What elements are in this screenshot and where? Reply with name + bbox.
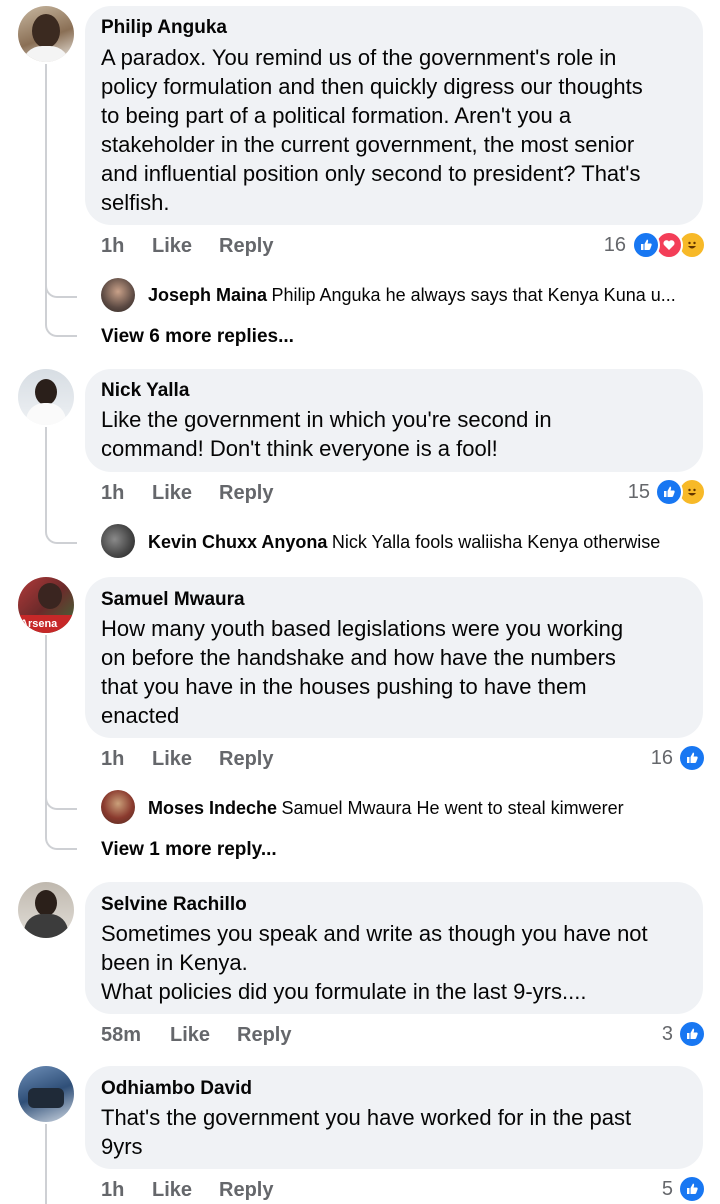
comment-time[interactable]: 58m <box>101 1024 141 1047</box>
avatar[interactable] <box>101 790 135 824</box>
avatar[interactable]: Arsena <box>18 577 74 633</box>
reply-connector <box>45 321 77 337</box>
comment-text: Sometimes you speak and write as though … <box>101 921 648 1004</box>
comment-time[interactable]: 1h <box>101 1179 124 1202</box>
reply-author[interactable]: Moses Indeche <box>148 798 277 818</box>
comment-time[interactable]: 1h <box>101 748 124 771</box>
comment-author[interactable]: Nick Yalla <box>101 380 189 402</box>
thumbs-up-icon[interactable] <box>678 1175 706 1203</box>
reply-preview[interactable]: Moses Indeche Samuel Mwaura He went to s… <box>148 798 624 819</box>
reply-button[interactable]: Reply <box>219 235 273 258</box>
like-button[interactable]: Like <box>152 748 192 771</box>
reply-text: Philip Anguka he always says that Kenya … <box>271 285 676 305</box>
reply-connector <box>45 528 77 544</box>
reply-connector <box>45 834 77 850</box>
reactions-count[interactable]: 16 <box>643 747 673 770</box>
reply-author[interactable]: Joseph Maina <box>148 285 267 305</box>
reply-button[interactable]: Reply <box>219 1179 273 1202</box>
thumbs-up-icon[interactable] <box>632 231 660 259</box>
reply-preview[interactable]: Kevin Chuxx Anyona Nick Yalla fools wali… <box>148 532 660 553</box>
comment-author[interactable]: Philip Anguka <box>101 17 227 39</box>
reply-author[interactable]: Kevin Chuxx Anyona <box>148 532 327 552</box>
reply-text: Nick Yalla fools waliisha Kenya otherwis… <box>331 532 661 552</box>
thread-line <box>45 427 47 530</box>
avatar[interactable] <box>18 6 74 62</box>
reply-preview[interactable]: Joseph Maina Philip Anguka he always say… <box>148 285 676 306</box>
avatar-text: Arsena <box>20 618 58 630</box>
comment-text: A paradox. You remind us of the governme… <box>101 45 643 215</box>
comment-text: Like the government in which you're seco… <box>101 407 552 461</box>
reply-button[interactable]: Reply <box>219 482 273 505</box>
avatar[interactable] <box>101 524 135 558</box>
like-button[interactable]: Like <box>152 482 192 505</box>
avatar[interactable] <box>18 1066 74 1122</box>
avatar[interactable] <box>18 882 74 938</box>
reply-button[interactable]: Reply <box>219 748 273 771</box>
comment-author[interactable]: Samuel Mwaura <box>101 589 245 611</box>
thread-line <box>45 635 47 837</box>
comment-time[interactable]: 1h <box>101 235 124 258</box>
comment-author[interactable]: Selvine Rachillo <box>101 894 247 916</box>
like-button[interactable]: Like <box>170 1024 210 1047</box>
comment-text: How many youth based legislations were y… <box>101 616 624 728</box>
comment-author[interactable]: Odhiambo David <box>101 1078 252 1100</box>
thumbs-up-icon[interactable] <box>678 1020 706 1048</box>
reactions-count[interactable]: 5 <box>643 1178 673 1201</box>
reply-text: Samuel Mwaura He went to steal kimwerer <box>281 798 624 818</box>
view-more-replies[interactable]: View 6 more replies... <box>101 326 294 348</box>
reactions-count[interactable]: 3 <box>643 1023 673 1046</box>
view-more-replies[interactable]: View 1 more reply... <box>101 839 277 861</box>
avatar[interactable] <box>101 278 135 312</box>
avatar[interactable] <box>18 369 74 425</box>
like-button[interactable]: Like <box>152 1179 192 1202</box>
reply-connector <box>45 282 77 298</box>
comment-text: That's the government you have worked fo… <box>101 1105 632 1159</box>
reactions-count[interactable]: 15 <box>620 481 650 504</box>
reply-connector <box>45 794 77 810</box>
thumbs-up-icon[interactable] <box>678 744 706 772</box>
thread-line <box>45 1124 47 1204</box>
comment-time[interactable]: 1h <box>101 482 124 505</box>
reply-button[interactable]: Reply <box>237 1024 291 1047</box>
thumbs-up-icon[interactable] <box>655 478 683 506</box>
reactions-count[interactable]: 16 <box>596 234 626 257</box>
like-button[interactable]: Like <box>152 235 192 258</box>
